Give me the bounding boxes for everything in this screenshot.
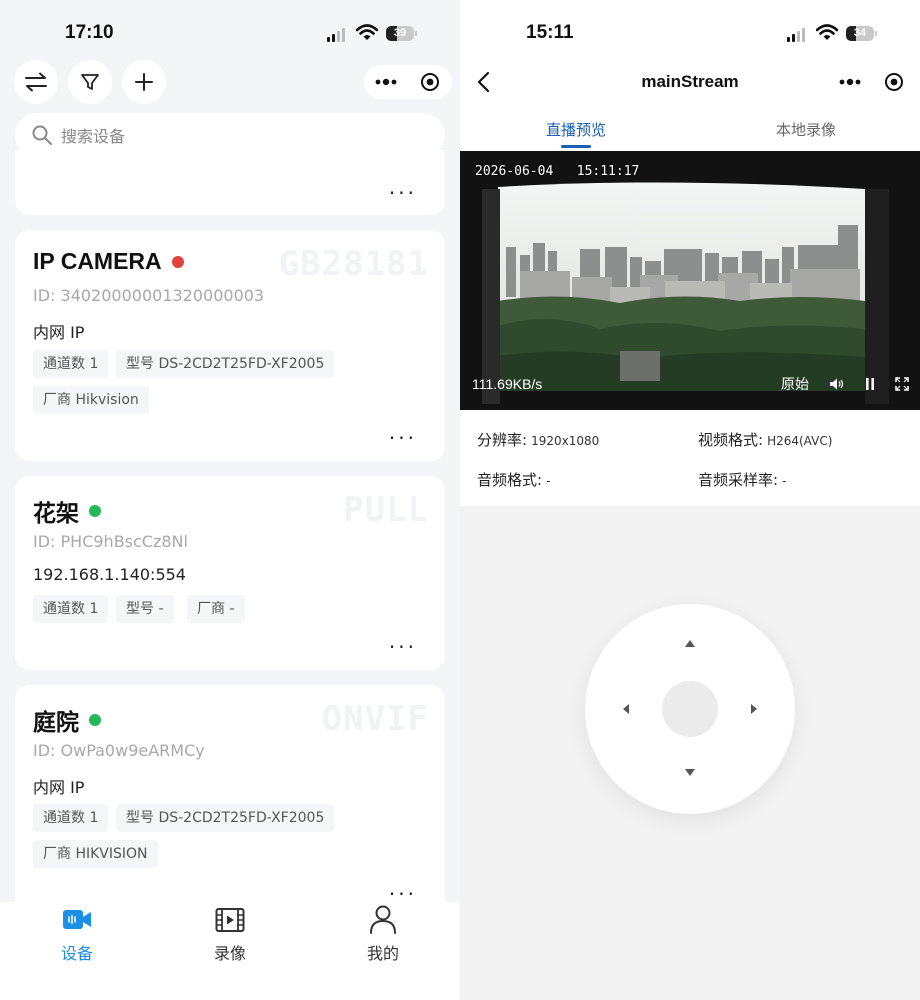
- ptz-right-arrow-icon[interactable]: [751, 704, 757, 714]
- device-name: 庭院: [33, 709, 79, 735]
- more-dots-icon: [375, 78, 397, 86]
- tab-label: 录像: [213, 944, 246, 963]
- info-video-format: 视频格式: H264(AVC): [698, 431, 833, 449]
- battery-tip: [415, 31, 417, 36]
- more-menu-button[interactable]: [828, 78, 872, 86]
- tab-mine[interactable]: 我的: [323, 902, 443, 972]
- protocol-watermark: PULL: [343, 490, 429, 530]
- device-id: ID: OwPa0w9eARMCy: [33, 741, 205, 760]
- device-list-screen: 17:10 39 搜索设备 ··· IP CAMERA GB28181 ID: …: [0, 0, 460, 1000]
- search-input[interactable]: 搜索设备: [61, 123, 125, 147]
- status-dot-offline: [171, 255, 184, 268]
- tab-label: 我的: [366, 944, 399, 963]
- info-audio-sample-rate: 音频采样率: -: [698, 471, 787, 489]
- device-address: 内网 IP: [33, 778, 85, 797]
- status-time: 17:10: [65, 22, 114, 43]
- device-more-button[interactable]: ···: [389, 884, 417, 904]
- battery-tip: [875, 31, 877, 36]
- tab-label: 设备: [60, 944, 93, 963]
- cellular-signal-icon: [327, 28, 345, 42]
- protocol-watermark: GB28181: [278, 244, 429, 284]
- tab-live-preview[interactable]: 直播预览: [546, 119, 606, 140]
- device-card[interactable]: IP CAMERA GB28181 ID: 340200000013200000…: [15, 230, 445, 461]
- status-time: 15:11: [526, 22, 574, 43]
- target-circle-icon: [885, 73, 903, 91]
- device-more-button[interactable]: ···: [389, 183, 417, 203]
- ptz-down-arrow-icon[interactable]: [685, 769, 695, 776]
- tag-vendor: 厂商 -: [187, 595, 245, 623]
- device-name-row: IP CAMERA: [33, 248, 184, 275]
- filter-button[interactable]: [68, 60, 112, 104]
- tag-channels: 通道数 1: [33, 350, 109, 378]
- header-area: 15:11 34 mainStream 直播预览 本地录像: [460, 0, 920, 151]
- switch-button[interactable]: [14, 60, 58, 104]
- ptz-center-button[interactable]: [662, 681, 718, 737]
- ptz-left-arrow-icon[interactable]: [623, 704, 629, 714]
- speaker-icon[interactable]: [828, 377, 844, 391]
- pause-icon[interactable]: [864, 377, 876, 391]
- add-device-button[interactable]: [122, 60, 166, 104]
- device-name-row: 庭院: [33, 703, 101, 737]
- ptz-up-arrow-icon[interactable]: [685, 640, 695, 647]
- device-more-button[interactable]: ···: [389, 428, 417, 448]
- device-address: 192.168.1.140:554: [33, 565, 186, 584]
- device-card[interactable]: 花架 PULL ID: PHC9hBscCz8Nl 192.168.1.140:…: [15, 476, 445, 670]
- wifi-icon: [816, 24, 838, 40]
- tag-vendor: 厂商 Hikvision: [33, 386, 149, 414]
- tag-model: 型号 -: [116, 595, 174, 623]
- status-bar: 17:10 39: [0, 0, 460, 66]
- tab-devices[interactable]: 设备: [17, 902, 137, 972]
- status-dot-online: [89, 714, 101, 726]
- tag-model: 型号 DS-2CD2T25FD-XF2005: [116, 350, 335, 378]
- video-camera-icon: [63, 910, 91, 929]
- device-card-partial[interactable]: ···: [15, 150, 445, 215]
- live-video-player[interactable]: 2026-06-04 15:11:17 111.69KB/s 原始: [460, 151, 920, 410]
- more-dots-icon: [839, 78, 861, 86]
- film-icon: [215, 908, 245, 932]
- battery-indicator: 39: [386, 26, 414, 41]
- video-timestamp-overlay: 2026-06-04 15:11:17: [475, 164, 640, 179]
- person-icon: [370, 905, 396, 934]
- fullscreen-icon[interactable]: [895, 377, 909, 391]
- device-address: 内网 IP: [33, 323, 85, 342]
- device-id: ID: 34020000001320000003: [33, 286, 265, 305]
- battery-indicator: 34: [846, 26, 874, 41]
- search-icon: [32, 125, 52, 145]
- close-miniprogram-button[interactable]: [872, 72, 916, 92]
- camera-feed-image: [460, 151, 920, 410]
- stream-preview-screen: 15:11 34 mainStream 直播预览 本地录像 2026-06-04…: [460, 0, 920, 1000]
- device-name-row: 花架: [33, 494, 101, 528]
- mini-program-capsule: [828, 65, 916, 99]
- bitrate-readout: 111.69KB/s: [472, 376, 543, 392]
- filter-funnel-icon: [81, 74, 99, 90]
- target-circle-icon: [421, 73, 439, 91]
- device-name: 花架: [33, 500, 79, 526]
- device-name: IP CAMERA: [33, 248, 162, 274]
- protocol-watermark: ONVIF: [321, 699, 429, 739]
- wifi-icon: [356, 24, 378, 40]
- bottom-tab-bar: 设备 录像 我的: [0, 902, 460, 1000]
- mini-program-capsule: [364, 65, 452, 99]
- info-resolution: 分辨率: 1920x1080: [477, 431, 600, 449]
- ptz-joystick[interactable]: [585, 604, 795, 814]
- cellular-signal-icon: [787, 28, 805, 42]
- tab-local-recording[interactable]: 本地录像: [776, 119, 836, 140]
- tag-vendor: 厂商 HIKVISION: [33, 840, 158, 868]
- tag-model: 型号 DS-2CD2T25FD-XF2005: [116, 804, 335, 832]
- device-card[interactable]: 庭院 ONVIF ID: OwPa0w9eARMCy 内网 IP 通道数 1 型…: [15, 685, 445, 925]
- tab-recordings[interactable]: 录像: [170, 902, 290, 972]
- close-miniprogram-button[interactable]: [408, 72, 452, 92]
- plus-icon: [135, 73, 153, 91]
- active-tab-indicator: [561, 145, 591, 148]
- quality-selector[interactable]: 原始: [781, 374, 809, 394]
- stream-info-panel: 分辨率: 1920x1080 视频格式: H264(AVC) 音频格式: - 音频采样…: [460, 410, 920, 506]
- more-menu-button[interactable]: [364, 78, 408, 86]
- info-audio-format: 音频格式: -: [477, 471, 551, 489]
- device-more-button[interactable]: ···: [389, 637, 417, 657]
- tag-channels: 通道数 1: [33, 804, 109, 832]
- swap-arrows-icon: [25, 72, 47, 92]
- tag-channels: 通道数 1: [33, 595, 109, 623]
- status-dot-online: [89, 505, 101, 517]
- device-id: ID: PHC9hBscCz8Nl: [33, 532, 188, 551]
